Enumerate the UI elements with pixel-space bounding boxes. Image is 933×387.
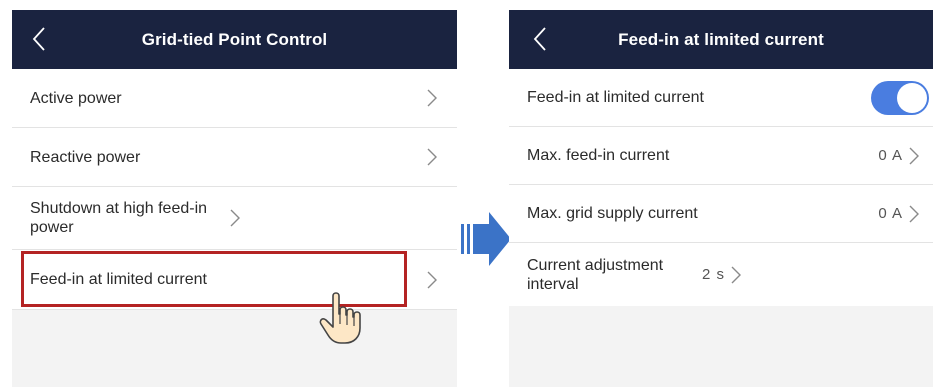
settings-list: Feed-in at limited current Max. feed-in …: [509, 69, 933, 306]
chevron-left-icon[interactable]: [533, 26, 547, 52]
list-item-label: Shutdown at high feed-in power: [30, 200, 208, 236]
list-item-label: Active power: [30, 89, 122, 107]
nav-bar: Grid-tied Point Control: [12, 10, 457, 69]
list-item-label: Reactive power: [30, 148, 141, 166]
chevron-left-icon[interactable]: [32, 26, 46, 52]
toggle-knob: [897, 82, 927, 113]
feed-in-limited-current-toggle[interactable]: [871, 80, 929, 115]
chevron-right-icon: [909, 205, 919, 222]
list-item-label: Max. grid supply current: [527, 205, 698, 222]
list-item-label: Max. feed-in current: [527, 147, 670, 164]
chevron-right-icon: [427, 89, 437, 107]
list-item-value: 0 A: [878, 205, 903, 222]
grid-tied-point-control-screen: Grid-tied Point Control Active power Rea…: [12, 10, 457, 387]
chevron-right-icon: [909, 147, 919, 164]
chevron-right-icon: [427, 148, 437, 166]
list-item-shutdown-high-feed-in[interactable]: Shutdown at high feed-in power: [12, 187, 457, 250]
list-item-value: 2 s: [702, 266, 726, 283]
list-item-current-adjustment-interval[interactable]: Current adjustment interval 2 s: [509, 243, 933, 306]
list-item-value: 0 A: [878, 147, 903, 164]
page-title: Grid-tied Point Control: [141, 29, 328, 49]
list-item-label: Current adjustment interval: [527, 256, 664, 293]
right-arrow-icon: [461, 212, 511, 266]
feed-in-limited-current-screen: Feed-in at limited current Feed-in at li…: [509, 10, 933, 387]
toggle-row-feed-in-limited-current: Feed-in at limited current: [509, 69, 933, 127]
page-title: Feed-in at limited current: [618, 29, 824, 49]
nav-bar: Feed-in at limited current: [509, 10, 933, 69]
list-item-reactive-power[interactable]: Reactive power: [12, 128, 457, 187]
chevron-right-icon: [230, 209, 240, 227]
hand-pointer-icon: [319, 292, 361, 344]
toggle-label: Feed-in at limited current: [527, 89, 704, 106]
chevron-right-icon: [731, 266, 742, 283]
list-item-max-grid-supply-current[interactable]: Max. grid supply current 0 A: [509, 185, 933, 243]
chevron-right-icon: [427, 271, 437, 288]
list-item-max-feed-in-current[interactable]: Max. feed-in current 0 A: [509, 127, 933, 185]
list-item-active-power[interactable]: Active power: [12, 69, 457, 128]
